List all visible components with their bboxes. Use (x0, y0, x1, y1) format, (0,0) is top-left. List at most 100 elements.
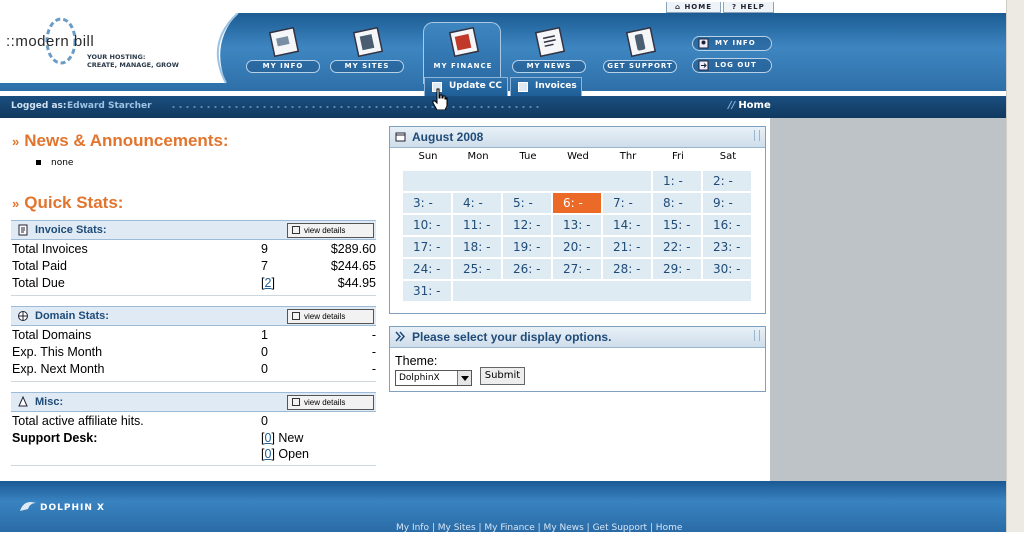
subtab-invoices[interactable]: Invoices (510, 77, 582, 97)
calendar-day[interactable]: 24: - (403, 259, 451, 279)
display-options-title: Please select your display options. (412, 330, 612, 344)
view-icon (292, 398, 300, 406)
calendar-day[interactable]: 17: - (403, 237, 451, 257)
footer: DOLPHIN X My Info | My Sites | My Financ… (0, 481, 1006, 533)
log-out-button[interactable]: LOG OUT (692, 58, 772, 73)
panel-grip-icon[interactable] (754, 330, 760, 341)
calendar-day[interactable]: 20: - (553, 237, 601, 257)
total-due-link[interactable]: 2 (264, 276, 271, 290)
calendar-day[interactable]: 11: - (453, 215, 501, 235)
theme-select[interactable]: DolphinX (395, 370, 472, 386)
panel-grip-icon[interactable] (754, 130, 760, 141)
logo[interactable]: ::modern bill YOUR HOSTING: CREATE, MANA… (0, 13, 262, 84)
calendar-day[interactable]: 27: - (553, 259, 601, 279)
calendar-day[interactable]: 30: - (703, 259, 751, 279)
row-label: Total active affiliate hits. (12, 414, 144, 428)
weekday-header: Wed (567, 151, 589, 162)
table-row: Total Invoices 9 $289.60 (12, 242, 376, 259)
weekday-header: Fri (672, 151, 684, 162)
calendar-month-title: August 2008 (412, 130, 484, 144)
calendar-day[interactable]: 2: - (703, 171, 751, 191)
calendar-day[interactable]: 10: - (403, 215, 451, 235)
calendar-day[interactable]: 12: - (503, 215, 551, 235)
tagline-line-1: YOUR HOSTING: (87, 53, 146, 61)
row-label: Total Due (12, 276, 65, 290)
calendar-day[interactable]: 14: - (603, 215, 651, 235)
calendar-day[interactable]: 22: - (653, 237, 701, 257)
calendar-day[interactable]: 28: - (603, 259, 651, 279)
weekday-header: Tue (519, 151, 537, 162)
nav-get-support[interactable]: GET SUPPORT (601, 23, 679, 73)
quick-stats-title: » Quick Stats: (12, 193, 123, 213)
theme-select-value: DolphinX (399, 373, 440, 383)
support-open: [0] Open (261, 447, 309, 461)
calendar-day[interactable]: 19: - (503, 237, 551, 257)
row-amount: $244.65 (330, 259, 376, 273)
row-count: 0 (261, 345, 268, 359)
calendar-day[interactable]: 29: - (653, 259, 701, 279)
breadcrumb-home[interactable]: Home (738, 100, 770, 111)
display-options-header: Please select your display options. (390, 327, 765, 348)
row-amount: - (371, 362, 376, 376)
divider (11, 295, 376, 296)
invoice-stats-header: Invoice Stats: view details (11, 220, 376, 240)
view-details-label: view details (304, 398, 346, 407)
calendar-day[interactable]: 8: - (653, 193, 701, 213)
calendar-day[interactable]: 3: - (403, 193, 451, 213)
calendar-day[interactable]: 7: - (603, 193, 651, 213)
log-out-label: LOG OUT (715, 61, 757, 69)
support-open-link[interactable]: 0 (264, 447, 271, 461)
misc-view-details-button[interactable]: view details (287, 395, 374, 410)
row-count: 7 (261, 259, 268, 273)
calendar-day[interactable]: 23: - (703, 237, 751, 257)
small-my-info-label: MY INFO (715, 39, 756, 47)
calendar-day[interactable]: 9: - (703, 193, 751, 213)
invoice-view-details-button[interactable]: view details (287, 223, 374, 238)
calendar-day[interactable]: 13: - (553, 215, 601, 235)
news-icon (534, 27, 566, 58)
table-row: Exp. This Month 0 - (12, 345, 376, 362)
calendar-day[interactable]: 6: - (553, 193, 601, 213)
table-row: Total active affiliate hits. 0 (12, 414, 376, 431)
support-phone-icon (625, 27, 657, 58)
nav-my-finance-label: MY FINANCE (433, 62, 493, 70)
domain-view-details-button[interactable]: view details (287, 309, 374, 324)
row-amount: - (371, 328, 376, 342)
calendar-day[interactable]: 26: - (503, 259, 551, 279)
submit-button[interactable]: Submit (480, 367, 525, 385)
calendar-day[interactable]: 21: - (603, 237, 651, 257)
right-gutter (770, 118, 1006, 481)
calendar-day[interactable]: 15: - (653, 215, 701, 235)
subtab-invoices-label: Invoices (535, 81, 577, 91)
small-my-info-button[interactable]: MY INFO (692, 36, 772, 51)
nav-my-sites[interactable]: MY SITES (328, 23, 406, 73)
session-bar: Logged as: Edward Starcher //Home (0, 96, 1006, 118)
scrollbar[interactable] (1006, 0, 1024, 532)
misc-title: Misc: (35, 396, 64, 408)
calendar-day[interactable]: 4: - (453, 193, 501, 213)
invoice-icon (18, 224, 28, 236)
row-label: Total Paid (12, 259, 67, 273)
tagline-line-2: CREATE, MANAGE, GROW (87, 61, 179, 69)
calendar-day[interactable]: 18: - (453, 237, 501, 257)
table-row: Total Paid 7 $244.65 (12, 259, 376, 276)
invoice-stats-title: Invoice Stats: (35, 224, 107, 236)
support-new-link[interactable]: 0 (264, 431, 271, 445)
nav-my-news[interactable]: MY NEWS (510, 23, 588, 73)
row-count: 0 (261, 362, 268, 376)
table-row: [0] Open (12, 447, 376, 464)
theme-label: Theme: (395, 354, 438, 368)
calendar-panel: August 2008 Sun Mon Tue Wed Thr Fri Sat 1: -2: … (389, 126, 766, 314)
calendar-day[interactable]: 16: - (703, 215, 751, 235)
calendar-day[interactable]: 25: - (453, 259, 501, 279)
calendar-day[interactable]: 1: - (653, 171, 701, 191)
news-title: » News & Announcements: (12, 131, 229, 151)
misc-header: Misc: view details (11, 392, 376, 412)
nav-my-finance[interactable]: MY FINANCE (423, 22, 501, 84)
help-link[interactable]: ? HELP (723, 2, 774, 13)
home-link[interactable]: ⌂ HOME (666, 2, 722, 13)
calendar-day[interactable]: 31: - (403, 281, 451, 301)
nav-my-info[interactable]: MY INFO (244, 23, 322, 73)
divider (11, 381, 376, 382)
calendar-day[interactable]: 5: - (503, 193, 551, 213)
